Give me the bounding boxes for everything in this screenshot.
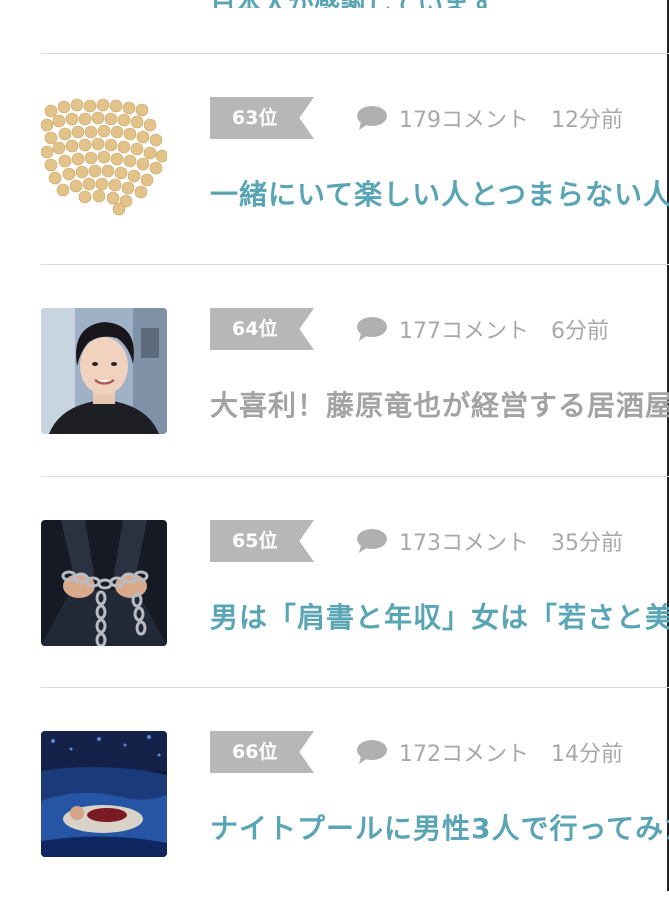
ranking-list-item[interactable]: 65位 173コメント 35分前 男は「肩書と年収」女は「若さと美貌」 <box>0 477 669 688</box>
soybeans-thumbnail[interactable] <box>41 97 167 223</box>
article-title[interactable]: 一緒にいて楽しい人とつまらない人の違い <box>210 173 669 213</box>
night-pool-thumbnail[interactable] <box>41 731 167 857</box>
article-title[interactable]: ナイトプールに男性3人で行ってみた <box>210 807 669 847</box>
comment-count: 177コメント <box>399 319 529 344</box>
article-title[interactable]: 男は「肩書と年収」女は「若さと美貌」 <box>210 596 669 636</box>
post-time: 12分前 <box>551 108 623 133</box>
chained-hands-thumbnail[interactable] <box>41 520 167 646</box>
previous-article-title[interactable]: 日本人が感謝しています <box>210 0 669 8</box>
rank-badge: 64位 <box>210 308 314 350</box>
ranking-list-item[interactable]: 64位 177コメント 6分前 大喜利！藤原竜也が経営する居酒屋 <box>0 265 669 476</box>
article-meta: 173コメント 35分前 <box>355 520 623 562</box>
post-time: 14分前 <box>551 742 623 767</box>
comment-bubble-icon <box>355 528 389 554</box>
ranking-list-item[interactable]: 66位 172コメント 14分前 ナイトプールに男性3人で行ってみた <box>0 688 669 899</box>
ranking-list-item[interactable]: 63位 179コメント 12分前 一緒にいて楽しい人とつまらない人の違い <box>0 54 669 265</box>
comment-count: 179コメント <box>399 108 529 133</box>
article-meta: 172コメント 14分前 <box>355 731 623 773</box>
article-meta: 179コメント 12分前 <box>355 97 623 139</box>
article-title[interactable]: 大喜利！藤原竜也が経営する居酒屋 <box>210 384 669 424</box>
comment-bubble-icon <box>355 739 389 765</box>
person-portrait-thumbnail[interactable] <box>41 308 167 434</box>
rank-badge: 65位 <box>210 520 314 562</box>
post-time: 6分前 <box>551 319 609 344</box>
post-time: 35分前 <box>551 531 623 556</box>
article-meta: 177コメント 6分前 <box>355 308 609 350</box>
rank-badge: 63位 <box>210 97 314 139</box>
comment-bubble-icon <box>355 316 389 342</box>
comment-count: 173コメント <box>399 531 529 556</box>
comment-bubble-icon <box>355 105 389 131</box>
comment-count: 172コメント <box>399 742 529 767</box>
rank-badge: 66位 <box>210 731 314 773</box>
